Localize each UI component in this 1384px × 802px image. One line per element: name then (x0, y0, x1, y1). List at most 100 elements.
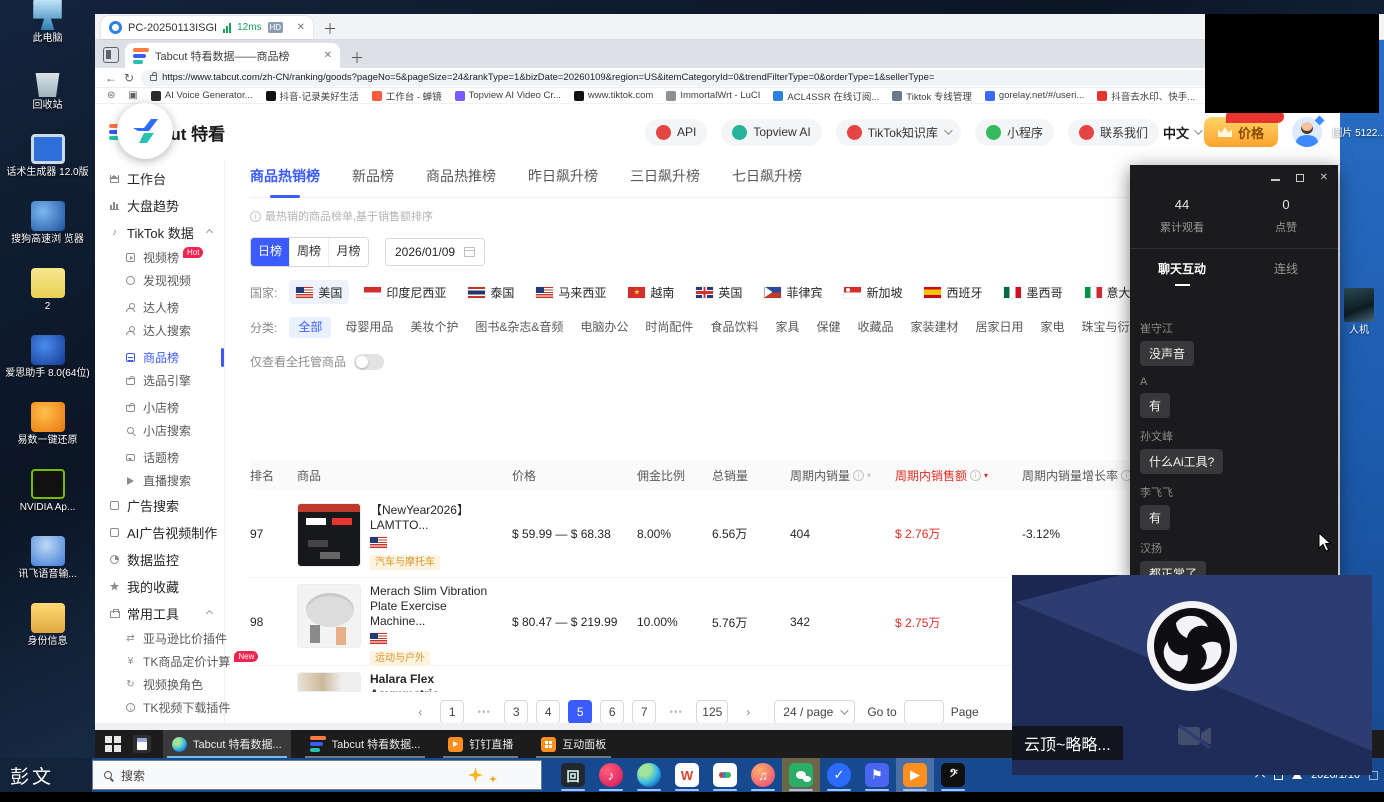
country-us[interactable]: 美国 (289, 280, 349, 304)
category-家具[interactable]: 家具 (775, 317, 799, 338)
sidebar-item-常用工具[interactable]: 常用工具 (95, 600, 224, 627)
tabcut-float-logo[interactable] (117, 103, 173, 159)
tab-chat-interaction[interactable]: 聊天互动 (1130, 260, 1234, 286)
nav-topview-ai[interactable]: Topview AI (721, 119, 821, 146)
desktop-icon[interactable]: 此电脑 (2, 0, 94, 45)
category-收藏品[interactable]: 收藏品 (857, 317, 893, 338)
sidebar-item-大盘趋势[interactable]: 大盘趋势 (95, 192, 224, 219)
next-page-button[interactable]: › (736, 700, 760, 724)
nav--[interactable]: 联系我们 (1068, 119, 1159, 146)
bookmarks-folder-icon[interactable]: ▣ (128, 90, 137, 101)
tab-商品热推榜[interactable]: 商品热推榜 (426, 166, 496, 197)
page-button-4[interactable]: 4 (536, 700, 560, 724)
sidebar-item-话题榜[interactable]: 话题榜 (95, 446, 224, 469)
new-tab-icon[interactable]: ＋ (350, 48, 364, 68)
tab-connect[interactable]: 连线 (1234, 260, 1338, 286)
sidebar-item-视频换角色[interactable]: ↻视频换角色 (95, 673, 224, 696)
desktop-icon[interactable]: 2 (2, 268, 94, 313)
category-食品饮料[interactable]: 食品饮料 (710, 317, 758, 338)
goto-page-input[interactable] (904, 700, 944, 724)
tab-昨日飙升榜[interactable]: 昨日飙升榜 (528, 166, 598, 197)
period-周榜[interactable]: 周榜 (290, 238, 329, 266)
tricolor-app-icon[interactable] (706, 758, 744, 792)
sidebar-item-TK视频下载插件[interactable]: TK视频下载插件 (95, 696, 224, 719)
category-家电[interactable]: 家电 (1041, 317, 1065, 338)
tab-新品榜[interactable]: 新品榜 (352, 166, 394, 197)
country-es[interactable]: 西班牙 (917, 280, 989, 304)
bookmark-item[interactable]: AI Voice Generator... (151, 90, 253, 101)
sidebar-item-工作台[interactable]: 工作台 (95, 165, 224, 192)
taskbar-task-互动面板[interactable]: 互动面板 (532, 730, 615, 758)
address-bar[interactable]: https://www.tabcut.com/zh-CN/ranking/goo… (141, 70, 1283, 86)
category-居家日用[interactable]: 居家日用 (976, 317, 1024, 338)
tab-七日飙升榜[interactable]: 七日飙升榜 (732, 166, 802, 197)
back-icon[interactable]: ← (105, 72, 117, 84)
sidebar-item-达人榜[interactable]: 达人榜 (95, 296, 224, 319)
category-母婴用品[interactable]: 母婴用品 (345, 317, 393, 338)
sidebar-item-广告搜索[interactable]: 广告搜索 (95, 492, 224, 519)
dingtalk-live-icon[interactable]: ▶ (896, 758, 934, 792)
desktop-icon[interactable]: 图片 5122... (1313, 128, 1384, 140)
product-cell[interactable]: Merach Slim Vibration Plate Exercise Mac… (297, 578, 512, 666)
period-月榜[interactable]: 月榜 (329, 238, 368, 266)
reading-list-icon[interactable]: ⊜ (107, 90, 115, 101)
country-mx[interactable]: 墨西哥 (997, 280, 1069, 304)
pricing-button[interactable]: 价格 (1204, 117, 1278, 147)
bookmark-item[interactable]: Topview AI Video Cr... (455, 90, 561, 101)
taskbar-task-Tabcut 特看数据...[interactable]: Tabcut 特看数据... (301, 730, 430, 758)
sidebar-item-直播搜索[interactable]: 直播搜索 (95, 469, 224, 492)
tab-商品热销榜[interactable]: 商品热销榜 (250, 166, 320, 197)
sidebar-item-数据监控[interactable]: 数据监控 (95, 546, 224, 573)
sidebar-item-商品榜[interactable]: 商品榜 (95, 346, 224, 369)
taskbar-task-Tabcut 特看数据...[interactable]: Tabcut 特看数据... (163, 730, 291, 758)
bookmark-item[interactable]: www.tiktok.com (574, 90, 653, 101)
desktop-icon[interactable]: 易数一键还原 (2, 402, 94, 447)
sidebar-item-小店搜索[interactable]: 小店搜索 (95, 419, 224, 442)
desktop-icon[interactable]: 爱思助手 8.0(64位) (2, 335, 94, 380)
bookmark-item[interactable]: gorelay.net/#/useri... (985, 90, 1084, 101)
page-button-7[interactable]: 7 (632, 700, 656, 724)
period-日榜[interactable]: 日榜 (251, 238, 290, 266)
bookmark-item[interactable]: 抖音去水印、快手... (1097, 89, 1195, 103)
sidebar-item-达人搜索[interactable]: 达人搜索 (95, 319, 224, 342)
wps-icon[interactable]: W (668, 758, 706, 792)
remote-tool-icon[interactable]: 回 (554, 758, 592, 792)
page-button-125[interactable]: 125 (696, 700, 728, 724)
sidebar-item-TK商品定价计算[interactable]: ¥TK商品定价计算New (95, 650, 224, 673)
country-id[interactable]: 印度尼西亚 (357, 280, 453, 304)
new-tab-icon[interactable]: ＋ (323, 19, 337, 39)
douyin-live-icon[interactable]: ♫ (744, 758, 782, 792)
capcut-icon[interactable]: 𝄢 (934, 758, 972, 792)
taskbar-task-钉钉直播[interactable]: 钉钉直播 (439, 730, 522, 758)
bookmark-item[interactable]: ACL4SSR 在线订阅... (773, 89, 879, 103)
page-button-3[interactable]: 3 (504, 700, 528, 724)
minimize-icon[interactable] (1271, 179, 1280, 181)
country-ph[interactable]: 菲律宾 (757, 280, 829, 304)
page-size-select[interactable]: 24 / page (774, 700, 855, 724)
desktop-icon[interactable]: 回收站 (2, 67, 94, 112)
close-icon[interactable]: ✕ (1320, 172, 1328, 183)
desktop-icon[interactable]: 话术生成器 12.0版 (2, 134, 94, 179)
country-my[interactable]: 马来西亚 (529, 280, 613, 304)
nav-tiktok-[interactable]: TikTok知识库 (836, 119, 961, 146)
maximize-icon[interactable] (1296, 174, 1304, 182)
bookmark-item[interactable]: 工作台 - 蝉镜 (372, 89, 442, 103)
quark-icon[interactable]: ✓ (820, 758, 858, 792)
start-button-icon[interactable] (105, 736, 121, 752)
country-th[interactable]: 泰国 (461, 280, 521, 304)
column-header[interactable]: 周期内销量i▾ (790, 467, 895, 484)
browser-tab[interactable]: Tabcut 特看数据——商品榜 ✕ (125, 43, 340, 68)
sidebar-item-视频榜[interactable]: 视频榜Hot (95, 246, 224, 269)
category-保健[interactable]: 保健 (816, 317, 840, 338)
bookmark-item[interactable]: ImmortalWrt - LuCI (666, 90, 760, 101)
page-button-6[interactable]: 6 (600, 700, 624, 724)
bookmark-item[interactable]: 抖音-记录美好生活 (266, 89, 359, 103)
desktop-icon[interactable]: 讯飞语音输... (2, 536, 94, 581)
vertical-tabs-icon[interactable] (103, 47, 119, 63)
sidebar-item-亚马逊比价插件[interactable]: ⇄亚马逊比价插件 (95, 627, 224, 650)
wechat-icon[interactable] (782, 758, 820, 792)
page-button-1[interactable]: 1 (440, 700, 464, 724)
page-button-5[interactable]: 5 (568, 700, 592, 724)
taskbar-search-box[interactable]: 搜索 (92, 760, 542, 790)
sidebar-item-发现视频[interactable]: 发现视频 (95, 269, 224, 292)
